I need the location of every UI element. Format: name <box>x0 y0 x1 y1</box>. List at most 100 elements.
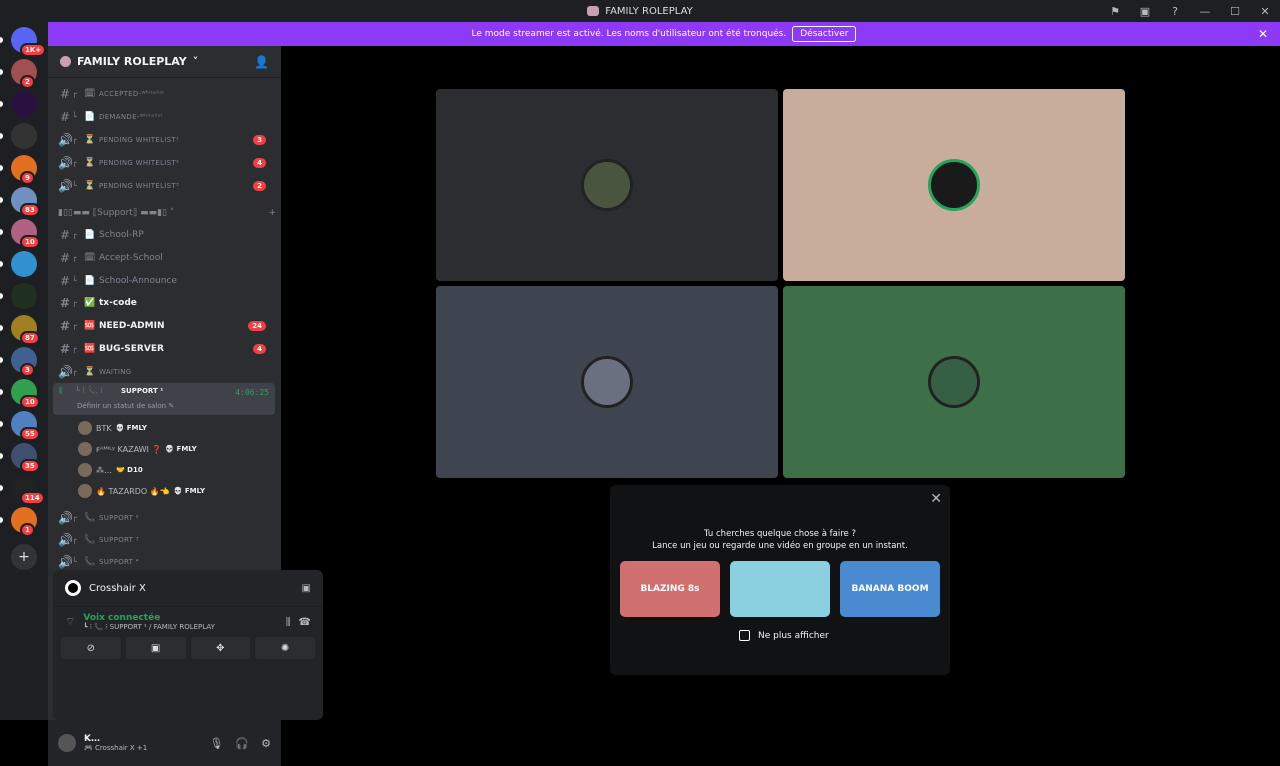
voice-user-name: ꜰᴬᴹᴵᴸʸ KAZAWI ❓ <box>96 444 162 454</box>
video-tile-2[interactable] <box>436 286 778 478</box>
unread-pill <box>0 485 3 491</box>
server-badge: 35 <box>20 459 40 473</box>
unread-pill <box>0 229 3 235</box>
headset-icon[interactable]: 🎧 <box>235 737 249 750</box>
settings-icon[interactable]: ⚙ <box>261 737 271 750</box>
unread-pill <box>0 325 3 331</box>
mic-icon[interactable]: 🎙 <box>209 737 223 750</box>
voice-channel-name: SUPPORT ¹ <box>121 387 164 395</box>
channel-type-icon: # <box>59 273 71 288</box>
unread-pill <box>0 261 3 267</box>
server-icon-7[interactable] <box>11 251 37 277</box>
avatar[interactable] <box>58 734 76 752</box>
voice-channel[interactable]: 🔊 ┌ 📞 SUPPORT ² <box>58 507 276 528</box>
mention-badge: 2 <box>253 180 266 191</box>
channel-type-icon: 🔊 <box>58 364 73 379</box>
share-screen-button[interactable]: ▣ <box>125 637 186 659</box>
channel-name: School-RP <box>99 229 144 240</box>
channel-emoji: 🆘 <box>84 320 96 331</box>
speaker-icon: 🔊 <box>58 510 73 525</box>
avatar <box>78 421 92 435</box>
camera-button[interactable]: ⊘ <box>61 637 121 659</box>
channel-name: PENDING WHITELIST³ <box>99 181 180 190</box>
disable-button[interactable]: Désactiver <box>792 26 857 42</box>
channel-name: SUPPORT ² <box>99 513 139 522</box>
channel-10[interactable]: # ┌ 🆘 BUG-SERVER 4 <box>58 338 276 359</box>
close-icon[interactable]: ✕ <box>930 491 942 507</box>
channel-1[interactable]: # └ 📄 DEMANDE-ᵂʰⁱᵗᵉˡⁱˢᵗ <box>58 106 276 127</box>
soundboard-button[interactable]: ✺ <box>255 637 315 659</box>
channel-name: SUPPORT ⁴ <box>99 557 139 566</box>
channel-type-icon: 🔊 <box>58 178 73 193</box>
voice-channel[interactable]: 🔊 └ 📞 SUPPORT ⁴ <box>58 551 276 572</box>
user-status: 🎮 Crosshair X +1 <box>84 744 148 752</box>
server-icon-3[interactable] <box>11 123 37 149</box>
user-tag: 💀 FMLY <box>165 445 197 453</box>
voice-user[interactable]: 🔥 TAZARDO 🔥👈 💀 FMLY <box>78 481 205 501</box>
video-tile-1[interactable] <box>783 89 1125 281</box>
checkbox-label: Ne plus afficher <box>758 630 829 641</box>
channel-8[interactable]: # ┌ ✅ tx-code <box>58 292 276 313</box>
window-title: FAMILY ROLEPLAY <box>605 5 693 17</box>
server-icon-2[interactable] <box>11 91 37 117</box>
game-card[interactable]: BLAZING 8s <box>620 561 720 617</box>
voice-path: ┗ ⁝ 📞 ⁝ SUPPORT ¹ / FAMILY ROLEPLAY <box>83 623 215 631</box>
channel-7[interactable]: # └ 📄 School-Announce <box>58 270 276 291</box>
activity-row[interactable]: Crosshair X ▣ <box>53 570 323 607</box>
channel-9[interactable]: # ┌ 🆘 NEED-ADMIN 24 <box>58 315 276 336</box>
channel-4[interactable]: 🔊 └ ⏳ PENDING WHITELIST³ 2 <box>58 175 276 196</box>
dont-show-checkbox[interactable]: Ne plus afficher <box>739 630 829 641</box>
close-window-button[interactable]: ✕ <box>1250 5 1280 18</box>
voice-user[interactable]: BTK 💀 FMLY <box>78 418 147 438</box>
video-tile-3[interactable] <box>783 286 1125 478</box>
signal-icon[interactable]: ⌔ <box>65 615 75 629</box>
video-tile-0[interactable] <box>436 89 778 281</box>
voice-channel-support-1[interactable]: ⫼ └ ⁝ 📞 ⁝ SUPPORT ¹ Définir un statut de… <box>53 383 275 415</box>
add-server-button[interactable]: + <box>11 544 37 570</box>
server-icon <box>60 56 71 67</box>
channel-name: NEED-ADMIN <box>99 320 165 331</box>
activities-button[interactable]: ✥ <box>190 637 251 659</box>
voice-status: Voix connectée <box>83 613 161 623</box>
speaker-icon: 🔊 <box>58 554 73 569</box>
streamer-icon[interactable]: ▣ <box>1130 5 1160 18</box>
game-card[interactable]: BANANA BOOM <box>840 561 940 617</box>
add-channel-icon[interactable]: + <box>268 208 276 218</box>
channel-5[interactable]: # ┌ 📄 School-RP <box>58 224 276 245</box>
channel-2[interactable]: 🔊 ┌ ⏳ PENDING WHITELIST¹ 3 <box>58 129 276 150</box>
streamer-banner: Le mode streamer est activé. Les noms d'… <box>48 22 1280 46</box>
avatar <box>78 484 92 498</box>
noise-icon[interactable]: ⫼ <box>286 617 291 628</box>
maximize-button[interactable]: ☐ <box>1220 5 1250 18</box>
channel-0[interactable]: # ┌ 🗓 ACCEPTED-ᵂʰⁱᵗᵉˡⁱˢᵗ <box>58 83 276 104</box>
inbox-icon[interactable]: ⚑ <box>1100 5 1130 18</box>
app-logo-icon <box>587 6 600 16</box>
category-label: ▮▯▯▬▬ ⟦Support⟧ ▬▬▮▯ ˅ <box>58 208 175 218</box>
channel-name: PENDING WHITELIST¹ <box>99 135 180 144</box>
channel-name: School-Announce <box>99 275 177 286</box>
minimize-button[interactable]: — <box>1190 5 1220 18</box>
category-support[interactable]: ▮▯▯▬▬ ⟦Support⟧ ▬▬▮▯ ˅ + <box>58 208 276 218</box>
voice-channel[interactable]: 🔊 ┌ 📞 SUPPORT ³ <box>58 529 276 550</box>
channel-11[interactable]: 🔊 ┌ ⏳ WAITING <box>58 361 276 382</box>
invite-icon[interactable]: 👤 <box>254 55 269 69</box>
voice-user[interactable]: ꜰᴬᴹᴵᴸʸ KAZAWI ❓ 💀 FMLY <box>78 439 197 459</box>
banner-close-icon[interactable]: ✕ <box>1258 27 1268 41</box>
screen-share-icon[interactable]: ▣ <box>302 583 311 594</box>
channel-6[interactable]: # ┌ 🗓 Accept-School <box>58 247 276 268</box>
channel-3[interactable]: 🔊 ┌ ⏳ PENDING WHITELIST² 4 <box>58 152 276 173</box>
unread-pill <box>0 357 3 363</box>
server-icon-8[interactable] <box>11 283 37 309</box>
channel-emoji: 📄 <box>84 275 96 286</box>
channel-name: Accept-School <box>99 252 163 263</box>
channel-status[interactable]: Définir un statut de salon ✎ <box>77 402 174 410</box>
game-card[interactable] <box>730 561 830 617</box>
help-icon[interactable]: ? <box>1160 5 1190 18</box>
channel-sidebar: FAMILY ROLEPLAY ˅ 👤 # ┌ 🗓 ACCEPTED-ᵂʰⁱᵗᵉˡⁱˢ… <box>48 46 323 766</box>
server-header[interactable]: FAMILY ROLEPLAY ˅ 👤 <box>48 46 281 78</box>
channel-name: tx-code <box>99 297 137 308</box>
voice-user[interactable]: ⁂… 🤝 D10 <box>78 460 143 480</box>
title-bar: FAMILY ROLEPLAY ⚑ ▣ ? — ☐ ✕ <box>0 0 1280 22</box>
unread-pill <box>0 293 3 299</box>
disconnect-icon[interactable]: ☎ <box>299 617 311 628</box>
